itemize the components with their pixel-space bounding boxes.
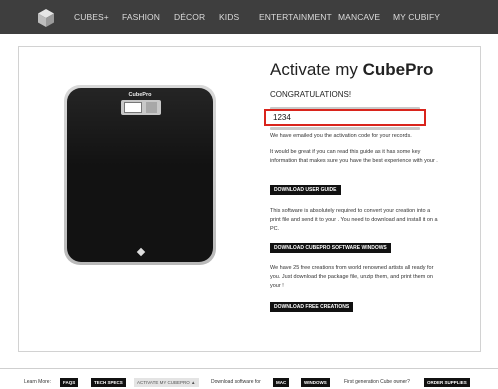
activate-label: ACTIVATE MY CUBEPRO [137, 380, 190, 385]
printer-body: CubePro [67, 88, 213, 262]
nav-entertainment[interactable]: ENTERTAINMENT [259, 0, 332, 34]
footer-bar: Learn More: FAQS TECH SPECS ACTIVATE MY … [0, 368, 498, 389]
emailed-notice: We have emailed you the activation code … [270, 133, 412, 139]
title-product: CubePro [362, 60, 434, 79]
mac-download-button[interactable]: MAC [273, 378, 290, 387]
guide-description: It would be great if you can read this g… [270, 149, 438, 164]
activate-my-cubepro-tab[interactable]: ACTIVATE MY CUBEPRO ▲ [134, 378, 199, 387]
screen-panel-icon [124, 102, 142, 113]
cube-logo-icon[interactable] [36, 8, 56, 28]
download-creations-button[interactable]: DOWNLOAD FREE CREATIONS [270, 302, 354, 312]
download-software-for-label: Download software for [211, 379, 261, 385]
tech-specs-button[interactable]: TECH SPECS [91, 378, 126, 387]
top-nav-bar: CUBES+ FASHION DÉCOR KIDS ENTERTAINMENT … [0, 0, 498, 34]
nav-mancave[interactable]: MANCAVE [338, 0, 380, 34]
order-supplies-button[interactable]: ORDER SUPPLIES [424, 378, 470, 387]
windows-download-button[interactable]: WINDOWS [301, 378, 330, 387]
learn-more-label: Learn More: [24, 379, 51, 385]
congratulations-heading: CONGRATULATIONS! [270, 90, 352, 99]
activation-code-value: 1234 [273, 113, 291, 122]
printer-cube-logo-icon [136, 247, 146, 257]
download-software-button[interactable]: DOWNLOAD CUBEPRO SOFTWARE WINDOWS [270, 243, 391, 253]
printer-image: CubePro [64, 85, 216, 265]
faqs-button[interactable]: FAQS [60, 378, 79, 387]
page-title: Activate my CubePro [270, 60, 433, 80]
nav-decor[interactable]: DÉCOR [174, 0, 205, 34]
activation-code-field[interactable]: 1234 [264, 109, 426, 126]
creations-description: We have 25 free creations from world ren… [270, 265, 434, 289]
download-user-guide-button[interactable]: DOWNLOAD USER GUIDE [270, 185, 341, 195]
printer-brand-label: CubePro [128, 92, 152, 98]
obscured-text-line [270, 127, 420, 130]
up-arrow-icon: ▲ [191, 380, 196, 385]
software-description: This software is absolutely required to … [270, 208, 438, 232]
printer-screen-icon [121, 100, 161, 115]
screen-button-icon [146, 102, 157, 113]
nav-kids[interactable]: KIDS [219, 0, 239, 34]
nav-my-cubify[interactable]: MY CUBIFY [393, 0, 440, 34]
nav-fashion[interactable]: FASHION [122, 0, 160, 34]
nav-cubes-plus[interactable]: CUBES+ [74, 0, 109, 34]
first-gen-owner-label: First generation Cube owner? [344, 379, 410, 385]
title-prefix: Activate my [270, 60, 363, 79]
